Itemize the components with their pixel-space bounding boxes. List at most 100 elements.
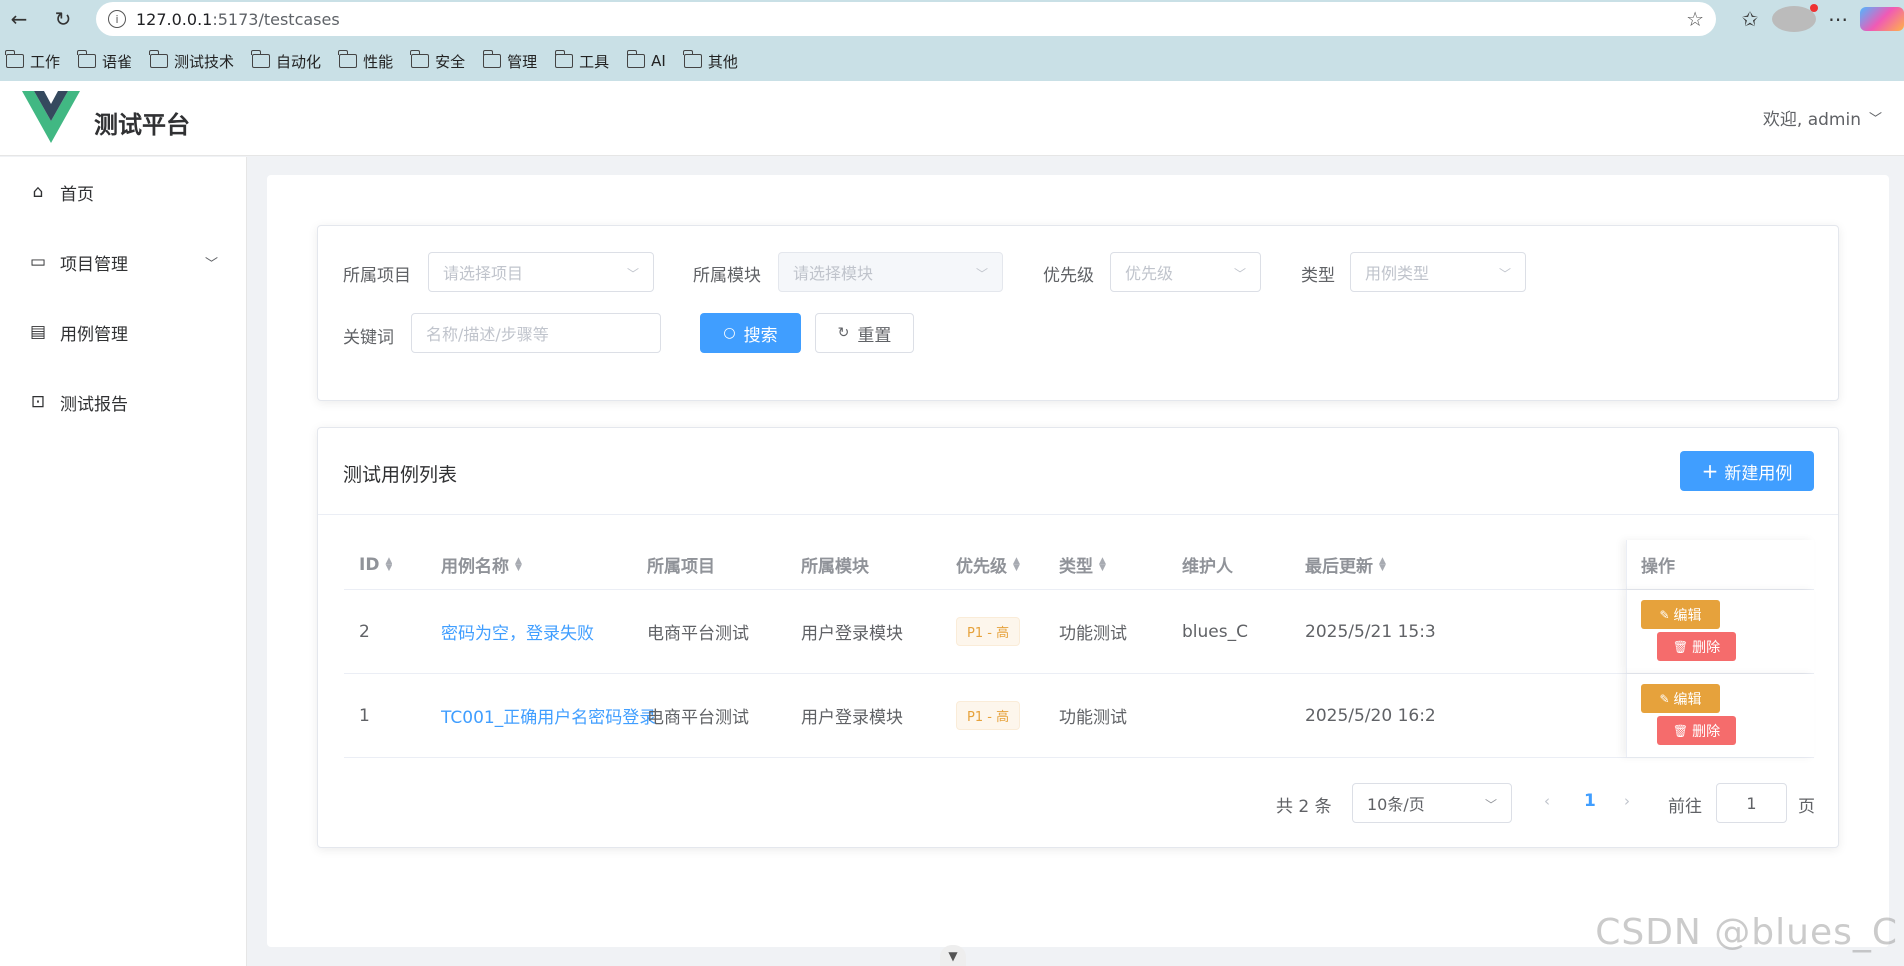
column-header-label: 优先级 [956,557,1007,577]
home-icon: ⌂ [32,182,44,202]
bookmark-folder[interactable]: 测试技术 [149,50,234,72]
copilot-icon [1860,7,1904,31]
reset-button-label: 重置 [857,325,892,346]
testcase-name-link[interactable]: TC001_正确用户名密码登录 [441,674,656,757]
sort-icon[interactable]: ▲ ▼ [1013,556,1020,572]
keyword-input[interactable]: 名称/描述/步骤等 [411,313,661,353]
chevron-down-icon: ﹀ [1484,798,1497,812]
sidebar-item-label: 项目管理 [60,254,128,275]
testcase-name-link[interactable]: 密码为空，登录失败 [441,590,594,673]
cell-type: 功能测试 [1059,708,1127,728]
cell-type: 功能测试 [1059,624,1127,644]
priority-tag: P1 - 高 [956,701,1021,730]
url-host: 127.0.0.1 [136,9,213,29]
bookmark-folder[interactable]: 自动化 [251,50,321,72]
reload-icon[interactable]: ↻ [48,4,78,34]
bookmark-folder[interactable]: 工作 [5,50,60,72]
goto-page-input[interactable]: 1 [1716,783,1787,823]
sidebar-item-projects[interactable]: ▭ 项目管理 ﹀ [0,227,246,297]
info-icon[interactable]: i [108,10,126,28]
browser-toolbar: ✩ ⋯ [1728,0,1904,38]
column-header-label: 所属项目 [647,557,715,577]
bookmark-folder[interactable]: 性能 [338,50,394,72]
trash-icon: 🗑 [1672,723,1689,738]
folder-icon [149,50,169,68]
app-header: 测试平台 欢迎, admin ﹀ [0,81,1904,156]
edit-button[interactable]: ✎ 编辑 [1641,684,1720,713]
bookmark-folder[interactable]: 其他 [683,50,738,72]
column-header-name[interactable]: 用例名称 ▲ ▼ [441,540,522,589]
star-icon[interactable]: ☆ [1686,7,1704,31]
delete-button[interactable]: 🗑 删除 [1657,716,1736,745]
browser-chrome: ← ↻ i 127.0.0.1:5173/testcases ☆ ✩ ⋯ 工作 … [0,0,1904,81]
sidebar-item-label: 测试报告 [60,394,128,415]
more-options-icon[interactable]: ⋯ [1816,7,1860,31]
page-size-select[interactable]: 10条/页 ﹀ [1352,783,1512,823]
type-placeholder: 用例类型 [1365,264,1430,283]
chevron-down-icon[interactable]: ▼ [940,945,966,966]
module-placeholder: 请选择模块 [793,264,874,283]
search-button[interactable]: ○ 搜索 [700,313,801,353]
actions-column-header: 操作 [1626,540,1814,589]
user-menu[interactable]: 欢迎, admin ﹀ [1763,105,1882,130]
chevron-down-icon: ﹀ [1498,267,1511,281]
prev-page-icon[interactable]: ‹ [1544,792,1550,810]
cell-project: 电商平台测试 [647,708,749,728]
folder-icon: ▭ [29,252,47,272]
bookmark-folder[interactable]: AI [626,50,666,70]
column-header-updated[interactable]: 最后更新 ▲ ▼ [1305,540,1386,589]
edit-button-label: 编辑 [1673,691,1702,708]
column-header-maintainer: 维护人 [1182,540,1233,589]
page-suffix: 页 [1798,797,1815,817]
keyword-placeholder: 名称/描述/步骤等 [426,325,549,344]
priority-select[interactable]: 优先级 ﹀ [1110,252,1261,292]
sidebar-item-home[interactable]: ⌂ 首页 [0,157,246,227]
vue-logo-icon [22,91,80,143]
folder-icon [77,50,97,68]
sort-icon[interactable]: ▲ ▼ [1099,556,1106,572]
sort-icon[interactable]: ▲ ▼ [1379,556,1386,572]
folder-icon [626,50,646,68]
bookmark-label: 安全 [435,52,466,71]
sort-icon[interactable]: ▲ ▼ [515,556,522,572]
bookmark-folder[interactable]: 管理 [482,50,537,72]
bookmark-folder[interactable]: 语雀 [77,50,132,72]
pagination: 共 2 条 10条/页 ﹀ ‹ 1 › 前往 1 页 [318,783,1838,823]
browser-nav-row: ← ↻ i 127.0.0.1:5173/testcases ☆ ✩ ⋯ [0,0,1904,38]
profile-button[interactable] [1772,4,1818,32]
delete-button[interactable]: 🗑 删除 [1657,632,1736,661]
table-row: 1 TC001_正确用户名密码登录 电商平台测试 用户登录模块 P1 - 高 功… [344,674,1814,758]
project-select[interactable]: 请选择项目 ﹀ [428,252,654,292]
next-page-icon[interactable]: › [1624,792,1630,810]
folder-icon [482,50,502,68]
type-select[interactable]: 用例类型 ﹀ [1350,252,1526,292]
column-header-priority[interactable]: 优先级 ▲ ▼ [956,540,1020,589]
bookmark-folder[interactable]: 工具 [554,50,609,72]
bookmark-folder[interactable]: 安全 [410,50,466,72]
new-testcase-button[interactable]: + 新建用例 [1680,451,1814,491]
favorites-icon[interactable]: ✩ [1728,7,1772,31]
column-header-type[interactable]: 类型 ▲ ▼ [1059,540,1106,589]
sidebar-item-label: 首页 [60,184,94,205]
sort-icon[interactable]: ▲ ▼ [385,556,392,572]
pagination-total: 共 2 条 [1276,797,1332,817]
project-label: 所属项目 [343,266,411,286]
copilot-button[interactable] [1860,7,1904,31]
priority-tag: P1 - 高 [956,617,1021,646]
testcase-table: ID ▲ ▼ 用例名称 ▲ ▼ 所属项目 所属模块 优先级 ▲ ▼ 类型 ▲ ▼ 维护人 最后更… [344,540,1814,758]
column-header-id[interactable]: ID ▲ ▼ [359,540,392,589]
back-arrow-icon[interactable]: ← [4,4,34,34]
module-select[interactable]: 请选择模块 ﹀ [778,252,1003,292]
priority-label: 优先级 [1043,266,1094,286]
sidebar-item-reports[interactable]: ⊡ 测试报告 [0,367,246,437]
folder-icon [251,50,271,68]
cell-id: 1 [359,705,370,726]
cell-priority: P1 - 高 [956,674,1021,757]
sidebar-item-testcases[interactable]: ▤ 用例管理 [0,297,246,367]
edit-button[interactable]: ✎ 编辑 [1641,600,1720,629]
reset-button[interactable]: ↻ 重置 [815,313,914,353]
page-number-current[interactable]: 1 [1584,791,1596,811]
url-path: :5173/testcases [212,9,340,29]
bookmark-label: 性能 [363,52,394,71]
address-bar[interactable]: i 127.0.0.1:5173/testcases ☆ [96,2,1716,36]
